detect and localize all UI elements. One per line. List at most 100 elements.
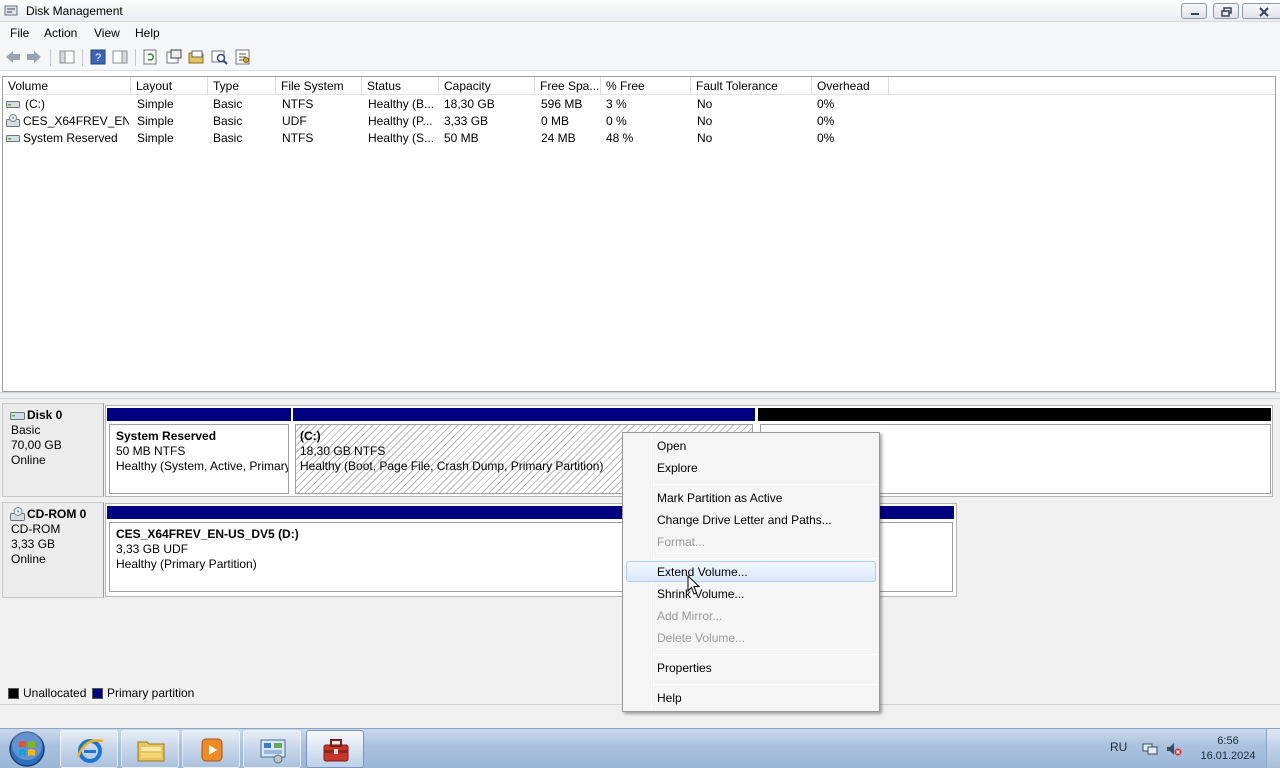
- partition-system-reserved[interactable]: System Reserved 50 MB NTFS Healthy (Syst…: [109, 424, 289, 494]
- forward-arrow-icon[interactable]: [25, 49, 43, 65]
- taskbar-computer-management[interactable]: [306, 730, 364, 768]
- toolbox-icon: [323, 739, 349, 762]
- cell-percent-free: 48 %: [606, 131, 634, 145]
- internet-explorer-icon: [76, 739, 104, 763]
- column-header-fault-tolerance[interactable]: Fault Tolerance: [691, 77, 812, 95]
- disk-state: Online: [11, 453, 46, 467]
- title-bar: Disk Management: [0, 0, 1280, 22]
- taskbar-media-player[interactable]: [182, 730, 240, 768]
- volume-list[interactable]: Volume Layout Type File System Status Ca…: [2, 76, 1276, 392]
- restore-icon: [1221, 7, 1232, 17]
- table-row[interactable]: CES_X64FREV_EN-... Simple Basic UDF Heal…: [3, 113, 1275, 130]
- help-icon[interactable]: ?: [89, 49, 107, 65]
- control-panel-icon: [260, 739, 286, 764]
- menu-separator: [653, 684, 877, 685]
- disk-state: Online: [11, 552, 46, 566]
- legend-swatch-unallocated: [8, 688, 19, 699]
- file-explorer-icon: [137, 741, 165, 762]
- show-desktop-button[interactable]: [1266, 729, 1280, 768]
- menu-item-add-mirror: Add Mirror...: [657, 609, 723, 623]
- menu-item-extend-volume[interactable]: Extend Volume...: [657, 565, 748, 579]
- cell-capacity: 18,30 GB: [444, 97, 495, 111]
- window-title: Disk Management: [26, 4, 123, 18]
- clock-date: 16.01.2024: [1200, 750, 1256, 762]
- toolbar-separator: [135, 49, 136, 66]
- language-indicator[interactable]: RU: [1110, 740, 1127, 754]
- disk-kind: Basic: [11, 423, 41, 437]
- table-row[interactable]: System Reserved Simple Basic NTFS Health…: [3, 130, 1275, 147]
- column-header-overhead[interactable]: Overhead: [812, 77, 889, 95]
- restore-button[interactable]: [1213, 3, 1239, 19]
- open-folder-icon[interactable]: [188, 49, 206, 65]
- disk-size: 3,33 GB: [11, 537, 56, 551]
- cell-percent-free: 0 %: [606, 114, 627, 128]
- toolbar: ?: [0, 44, 1280, 71]
- network-icon[interactable]: [1142, 741, 1158, 757]
- disk-0-label[interactable]: Disk 0 Basic 70,00 GB Online: [2, 403, 104, 497]
- close-button[interactable]: [1242, 3, 1280, 19]
- search-icon[interactable]: [211, 49, 229, 65]
- menu-view[interactable]: View: [94, 26, 120, 40]
- cd-drive-icon: [6, 114, 20, 127]
- column-header-status[interactable]: Status: [362, 77, 439, 95]
- menu-file[interactable]: File: [10, 26, 29, 40]
- refresh-icon[interactable]: [142, 49, 160, 65]
- cell-volume: System Reserved: [23, 131, 118, 145]
- cell-volume: CES_X64FREV_EN-...: [23, 114, 129, 128]
- pane-splitter[interactable]: [0, 392, 1280, 399]
- cell-file-system: UDF: [282, 114, 307, 128]
- column-header-capacity[interactable]: Capacity: [439, 77, 535, 95]
- properties-pane-icon[interactable]: [111, 49, 129, 65]
- disk-kind: CD-ROM: [11, 522, 61, 536]
- column-header-file-system[interactable]: File System: [276, 77, 362, 95]
- disk-name: CD-ROM 0: [27, 507, 87, 521]
- column-header-layout[interactable]: Layout: [131, 77, 208, 95]
- taskbar-control-panel[interactable]: [243, 730, 301, 768]
- menu-action[interactable]: Action: [44, 26, 77, 40]
- drive-icon: [6, 135, 20, 142]
- back-arrow-icon[interactable]: [4, 49, 22, 65]
- properties-icon[interactable]: [165, 49, 183, 65]
- cdrom-0-label[interactable]: CD-ROM 0 CD-ROM 3,33 GB Online: [2, 502, 104, 598]
- clock-time: 6:56: [1217, 735, 1239, 747]
- column-header-type[interactable]: Type: [208, 77, 276, 95]
- menu-help[interactable]: Help: [135, 26, 160, 40]
- cell-overhead: 0%: [817, 114, 835, 128]
- menu-item-open[interactable]: Open: [657, 439, 686, 453]
- toolbar-separator: [82, 49, 83, 66]
- cell-free-space: 0 MB: [541, 114, 570, 128]
- table-row[interactable]: (C:) Simple Basic NTFS Healthy (B... 18,…: [3, 96, 1275, 113]
- menu-item-shrink-volume[interactable]: Shrink Volume...: [657, 587, 744, 601]
- menu-bar: File Action View Help: [0, 22, 1280, 44]
- minimize-button[interactable]: [1181, 3, 1207, 19]
- cell-layout: Simple: [137, 97, 174, 111]
- menu-item-mark-active[interactable]: Mark Partition as Active: [657, 491, 782, 505]
- taskbar-file-explorer[interactable]: [121, 730, 179, 768]
- cell-volume: (C:): [25, 97, 45, 111]
- menu-item-properties[interactable]: Properties: [657, 661, 712, 675]
- taskbar-internet-explorer[interactable]: [60, 730, 118, 768]
- clock[interactable]: 6:56 16.01.2024: [1200, 734, 1256, 764]
- menu-item-help[interactable]: Help: [657, 691, 682, 705]
- settings-icon[interactable]: [234, 49, 252, 65]
- menu-separator: [653, 558, 877, 559]
- hard-disk-icon: [10, 412, 25, 420]
- close-icon: [1259, 7, 1269, 17]
- disk-management-icon: [4, 5, 18, 16]
- toolbar-separator: [50, 49, 51, 66]
- context-menu: Open Explore Mark Partition as Active Ch…: [622, 432, 880, 712]
- start-button[interactable]: [4, 730, 50, 768]
- media-player-icon: [201, 738, 223, 762]
- cell-overhead: 0%: [817, 97, 835, 111]
- cell-type: Basic: [213, 114, 243, 128]
- column-header-volume[interactable]: Volume: [3, 77, 131, 95]
- cell-file-system: NTFS: [282, 131, 314, 145]
- column-header-percent-free[interactable]: % Free: [601, 77, 691, 95]
- volume-muted-icon[interactable]: [1166, 741, 1182, 757]
- legend-primary: Primary partition: [107, 686, 195, 700]
- console-tree-icon[interactable]: [58, 49, 76, 65]
- cell-overhead: 0%: [817, 131, 835, 145]
- menu-item-explore[interactable]: Explore: [657, 461, 698, 475]
- menu-item-change-drive-letter[interactable]: Change Drive Letter and Paths...: [657, 513, 832, 527]
- column-header-free-space[interactable]: Free Spa...: [535, 77, 601, 95]
